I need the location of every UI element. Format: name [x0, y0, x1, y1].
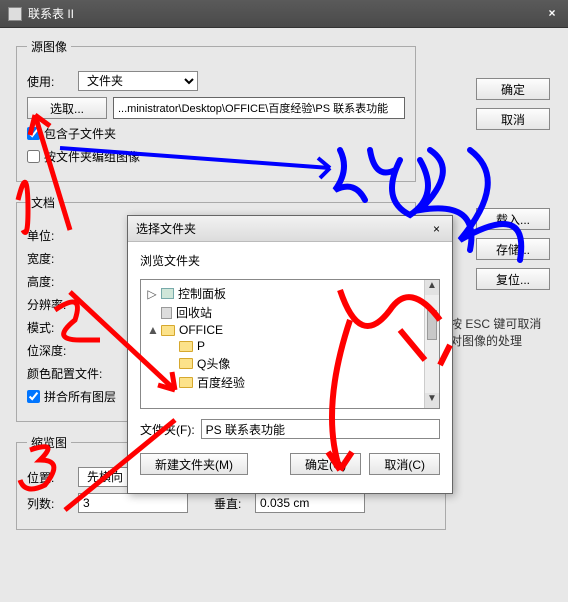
vert-label: 垂直:	[214, 495, 249, 512]
scroll-up-icon[interactable]: ▲	[425, 280, 439, 295]
thumbnail-legend: 缩览图	[27, 434, 71, 451]
folder-path-label: 文件夹(F):	[140, 421, 195, 438]
ok-button[interactable]: 确定	[476, 78, 550, 100]
mode-label: 模式:	[27, 319, 77, 336]
tree-item-label: OFFICE	[179, 323, 223, 337]
bit-label: 位深度:	[27, 342, 77, 359]
tree-twisty-icon[interactable]: ▲	[147, 323, 157, 337]
reset-button[interactable]: 复位...	[476, 268, 550, 290]
flatten-checkbox[interactable]	[27, 390, 40, 403]
tree-item[interactable]: ▷ 控制面板	[147, 284, 433, 303]
app-icon	[8, 7, 22, 21]
save-button[interactable]: 存储...	[476, 238, 550, 260]
titlebar: 联系表 II ×	[0, 0, 568, 28]
tree-item-label: 控制面板	[178, 285, 226, 302]
resolution-label: 分辨率:	[27, 296, 77, 313]
group-by-folder-label: 按文件夹编组图像	[44, 148, 140, 165]
flatten-label: 拼合所有图层	[44, 388, 116, 405]
folder-icon	[179, 377, 193, 388]
window-title: 联系表 II	[28, 5, 544, 22]
vert-input[interactable]	[255, 493, 365, 513]
tree-item-label: 回收站	[176, 304, 212, 321]
folder-path-input[interactable]	[201, 419, 440, 439]
scroll-down-icon[interactable]: ▼	[425, 393, 439, 408]
folder-cancel-button[interactable]: 取消(C)	[369, 453, 440, 475]
folder-dialog-caption: 浏览文件夹	[140, 252, 440, 269]
position-label: 位置:	[27, 469, 72, 486]
right-button-column: 确定 取消	[476, 78, 550, 130]
tree-item[interactable]: ▲ OFFICE	[147, 322, 433, 338]
tree-item-label: Q头像	[197, 355, 230, 372]
folder-icon	[179, 341, 193, 352]
color-profile-label: 颜色配置文件:	[27, 365, 117, 382]
control-panel-icon	[161, 288, 174, 299]
esc-note: 按 ESC 键可取消对图像的处理	[450, 316, 550, 350]
folder-browse-dialog: 选择文件夹 × 浏览文件夹 ▷控制面板回收站▲OFFICEPQ头像百度经验▲▼ …	[127, 215, 453, 494]
folder-tree[interactable]: ▷控制面板回收站▲OFFICEPQ头像百度经验▲▼	[140, 279, 440, 409]
width-label: 宽度:	[27, 250, 77, 267]
source-path: ...ministrator\Desktop\OFFICE\百度经验\PS 联系…	[113, 97, 405, 119]
use-label: 使用:	[27, 73, 72, 90]
unit-label: 单位:	[27, 227, 77, 244]
folder-icon	[179, 358, 193, 369]
folder-icon	[161, 325, 175, 336]
document-legend: 文档	[27, 194, 59, 211]
cols-input[interactable]	[78, 493, 188, 513]
folder-dialog-close-button[interactable]: ×	[429, 222, 444, 236]
cols-label: 列数:	[27, 495, 72, 512]
source-legend: 源图像	[27, 38, 71, 55]
recycle-bin-icon	[161, 307, 172, 319]
scroll-thumb[interactable]	[427, 310, 437, 340]
tree-twisty-icon[interactable]: ▷	[147, 287, 157, 301]
cancel-button[interactable]: 取消	[476, 108, 550, 130]
tree-item[interactable]: 回收站	[147, 303, 433, 322]
select-folder-button[interactable]: 选取...	[27, 97, 107, 119]
height-label: 高度:	[27, 273, 77, 290]
tree-item-label: P	[197, 339, 205, 353]
tree-item[interactable]: 百度经验	[147, 373, 433, 392]
source-fieldset: 源图像 使用: 文件夹 选取... ...ministrator\Desktop…	[16, 38, 416, 182]
tree-item[interactable]: P	[147, 338, 433, 354]
include-subfolders-checkbox[interactable]	[27, 127, 40, 140]
tree-scrollbar[interactable]: ▲▼	[424, 280, 439, 408]
folder-ok-button[interactable]: 确定(O)	[290, 453, 361, 475]
tree-item-label: 百度经验	[197, 374, 245, 391]
folder-dialog-title: 选择文件夹	[136, 220, 429, 237]
folder-dialog-titlebar: 选择文件夹 ×	[128, 216, 452, 242]
use-select[interactable]: 文件夹	[78, 71, 198, 91]
group-by-folder-checkbox[interactable]	[27, 150, 40, 163]
new-folder-button[interactable]: 新建文件夹(M)	[140, 453, 248, 475]
right-button-column-2: 载入... 存储... 复位...	[476, 208, 550, 290]
load-button[interactable]: 载入...	[476, 208, 550, 230]
tree-item[interactable]: Q头像	[147, 354, 433, 373]
window-close-button[interactable]: ×	[544, 6, 560, 22]
include-subfolders-label: 包含子文件夹	[44, 125, 116, 142]
